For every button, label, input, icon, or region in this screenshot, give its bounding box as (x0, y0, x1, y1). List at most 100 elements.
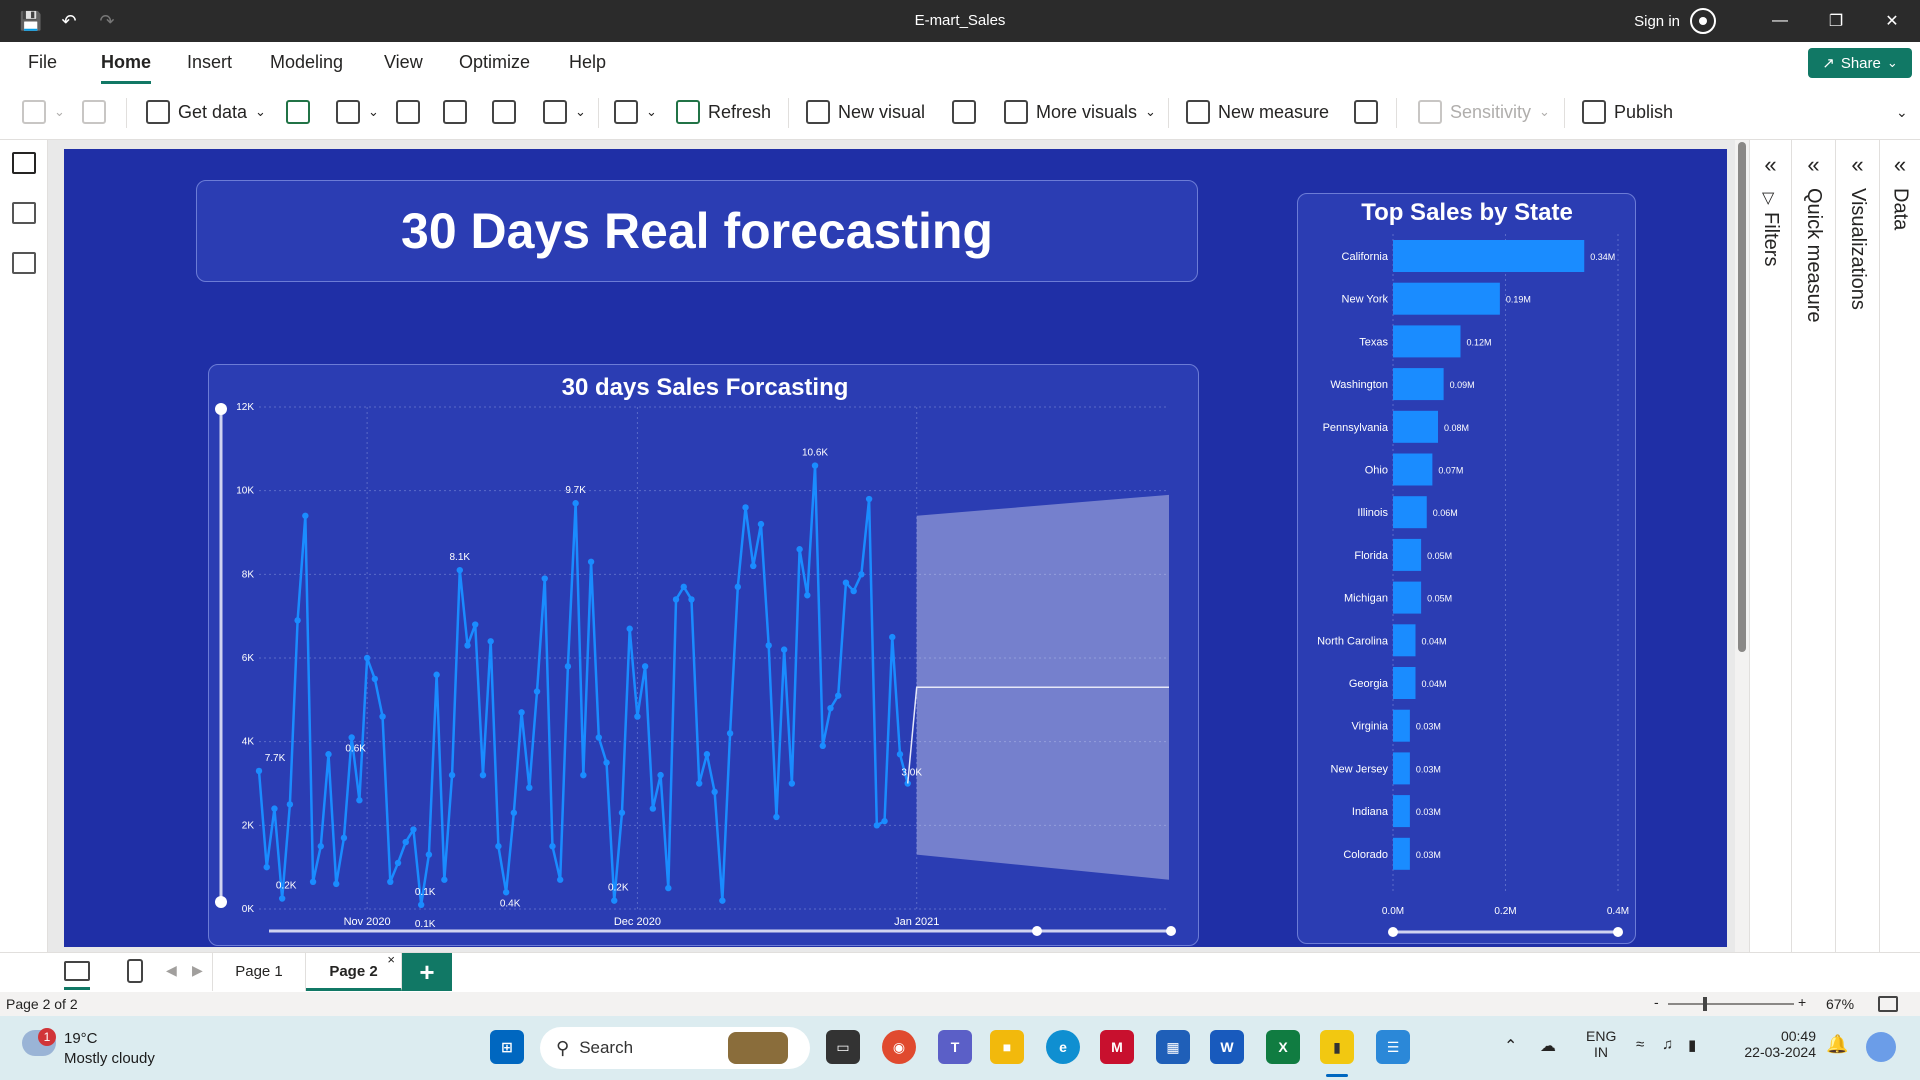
dataverse-button[interactable] (396, 96, 420, 128)
battery-icon[interactable]: ▮ (1688, 1036, 1696, 1054)
publish-button[interactable]: Publish (1582, 96, 1673, 128)
get-data-button[interactable]: Get data ⌄ (146, 96, 266, 128)
show-hidden-icons[interactable]: ⌃ (1504, 1036, 1517, 1056)
menu-insert[interactable]: Insert (187, 42, 232, 84)
data-label: 0.1K (415, 919, 436, 930)
prev-page-icon[interactable]: ◀ (166, 962, 177, 979)
format-painter-button[interactable] (82, 96, 106, 128)
excel-taskbar-icon[interactable]: X (1266, 1030, 1300, 1064)
clock[interactable]: 00:49 22-03-2024 (1736, 1028, 1816, 1060)
quick-measure-button[interactable] (1354, 96, 1378, 128)
store-icon[interactable]: ▦ (1156, 1030, 1190, 1064)
copilot-icon[interactable] (1866, 1032, 1896, 1062)
dataflow-button[interactable]: ⌄ (336, 96, 379, 128)
close-button[interactable]: ✕ (1864, 0, 1920, 42)
menu-modeling[interactable]: Modeling (270, 42, 343, 84)
enter-data-button[interactable] (443, 96, 467, 128)
report-view-icon[interactable] (12, 152, 36, 174)
x-tick-label: Nov 2020 (344, 916, 391, 928)
menu-file[interactable]: File (28, 42, 57, 84)
menu-help[interactable]: Help (569, 42, 606, 84)
refresh-button[interactable]: Refresh (676, 96, 771, 128)
y-tick-label: 6K (242, 653, 255, 664)
menu-bar: File Home Insert Modeling View Optimize … (0, 42, 1920, 84)
expand-icon[interactable]: « (1836, 152, 1879, 178)
tab-page-2[interactable]: Page 2 × (306, 952, 402, 991)
excel-button[interactable] (286, 96, 310, 128)
data-point (526, 784, 533, 791)
notepad-icon[interactable]: ☰ (1376, 1030, 1410, 1064)
add-page-button[interactable]: + (402, 953, 452, 991)
chrome-icon[interactable]: ◉ (882, 1030, 916, 1064)
onelake-button[interactable] (492, 96, 516, 128)
line-chart-card[interactable]: 30 days Sales Forcasting 0K 2K 4K 6K 8K 10K 12K… (208, 364, 1199, 946)
zoom-slider[interactable] (1668, 1003, 1794, 1005)
weather-desc[interactable]: Mostly cloudy (64, 1050, 155, 1067)
volume-icon[interactable]: ♫ (1662, 1036, 1673, 1053)
share-button[interactable]: ↗ Share ⌄ (1808, 48, 1912, 78)
expand-icon[interactable]: « (1750, 152, 1791, 178)
text-box-button[interactable] (952, 96, 976, 128)
canvas-scrollbar[interactable] (1735, 140, 1749, 952)
data-point (773, 813, 780, 821)
sign-in-link[interactable]: Sign in (1634, 13, 1680, 30)
file-explorer-icon[interactable]: ■ (990, 1030, 1024, 1064)
scrollbar-thumb[interactable] (1738, 142, 1746, 652)
table-view-icon[interactable] (12, 202, 36, 224)
menu-optimize[interactable]: Optimize (459, 42, 530, 84)
new-measure-button[interactable]: New measure (1186, 96, 1329, 128)
data-label: 10.6K (802, 448, 828, 459)
desktop-layout-icon[interactable] (64, 961, 90, 981)
bar (1393, 325, 1461, 358)
search-highlight-icon (728, 1032, 788, 1064)
task-view-icon[interactable]: ▭ (826, 1030, 860, 1064)
account-icon[interactable] (1690, 8, 1716, 34)
expand-icon[interactable]: « (1792, 152, 1835, 178)
zoom-slider-thumb[interactable] (1703, 997, 1707, 1011)
wifi-icon[interactable]: ≈ (1636, 1036, 1644, 1053)
mobile-layout-icon[interactable] (127, 959, 143, 983)
word-icon[interactable]: W (1210, 1030, 1244, 1064)
data-point (881, 817, 888, 825)
minimize-button[interactable]: — (1752, 0, 1808, 42)
format-painter-icon (82, 100, 106, 124)
more-visuals-button[interactable]: More visuals ⌄ (1004, 96, 1156, 128)
power-bi-icon[interactable]: ▮ (1320, 1030, 1354, 1064)
new-visual-button[interactable]: New visual (806, 96, 925, 128)
filters-pane[interactable]: « ▽ Filters (1749, 140, 1791, 955)
data-point (603, 759, 610, 766)
menu-home[interactable]: Home (101, 46, 152, 84)
zoom-out-button[interactable]: - (1654, 994, 1659, 1010)
sensitivity-button[interactable]: Sensitivity ⌄ (1418, 96, 1550, 128)
expand-icon[interactable]: « (1880, 152, 1920, 178)
restore-button[interactable]: ❐ (1808, 0, 1864, 42)
taskbar-search[interactable]: ⚲ Search (540, 1027, 810, 1069)
mcafee-icon[interactable]: M (1100, 1030, 1134, 1064)
visualizations-pane[interactable]: « Visualizations (1835, 140, 1879, 955)
notification-bell-icon[interactable]: 🔔 (1826, 1034, 1848, 1055)
y-tick-label: 4K (242, 737, 255, 748)
start-icon[interactable]: ⊞ (490, 1030, 524, 1064)
bar-chart-card[interactable]: Top Sales by State 0.0M 0.2M 0.4M California… (1297, 193, 1636, 944)
next-page-icon[interactable]: ▶ (192, 962, 203, 979)
collapse-ribbon-button[interactable]: ⌄ (1896, 96, 1908, 128)
edge-icon[interactable]: e (1046, 1030, 1080, 1064)
transform-data-button[interactable]: ⌄ (614, 96, 657, 128)
paste-button[interactable]: ⌄ (22, 96, 65, 128)
data-pane[interactable]: « Data (1879, 140, 1920, 955)
recent-sources-button[interactable]: ⌄ (543, 96, 586, 128)
tab-page-1[interactable]: Page 1 (212, 953, 306, 991)
category-label: Illinois (1357, 507, 1388, 519)
language-indicator[interactable]: ENG IN (1586, 1028, 1616, 1060)
weather-temp[interactable]: 19°C (64, 1030, 98, 1047)
menu-view[interactable]: View (384, 42, 423, 84)
zoom-in-button[interactable]: + (1798, 994, 1806, 1010)
teams-icon[interactable]: T (938, 1030, 972, 1064)
onedrive-icon[interactable]: ☁ (1540, 1036, 1556, 1056)
title-card[interactable]: 30 Days Real forecasting (196, 180, 1198, 282)
data-point (371, 675, 379, 683)
model-view-icon[interactable] (12, 252, 36, 274)
fit-to-page-icon[interactable] (1878, 996, 1898, 1012)
close-tab-icon[interactable]: × (387, 941, 395, 979)
quick-measure-pane[interactable]: « Quick measure (1791, 140, 1835, 955)
